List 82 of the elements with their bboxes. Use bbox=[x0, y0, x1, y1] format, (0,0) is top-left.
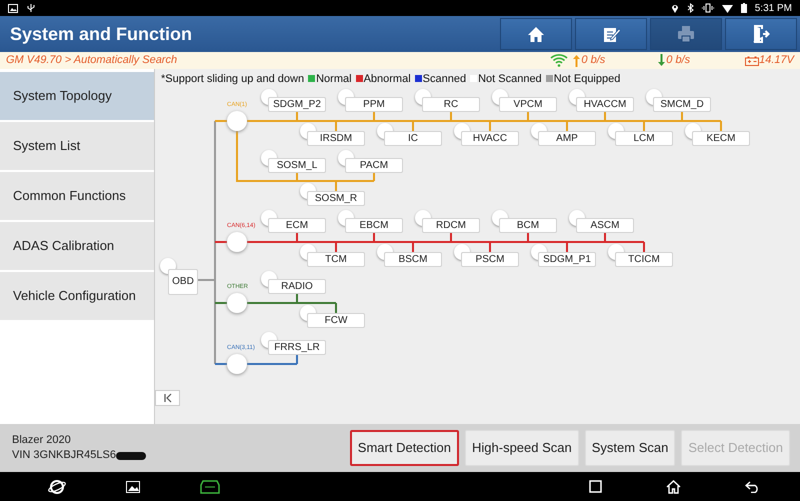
battery-icon bbox=[740, 3, 747, 13]
module-node[interactable]: PSCM bbox=[461, 252, 519, 267]
bus-node-circle bbox=[227, 354, 247, 374]
module-node[interactable]: BSCM bbox=[384, 252, 442, 267]
module-node[interactable]: HVACC bbox=[461, 131, 519, 146]
root-node[interactable]: OBD bbox=[168, 269, 198, 295]
toolbar-button[interactable] bbox=[725, 18, 797, 50]
module-node[interactable]: ECM bbox=[268, 218, 326, 233]
sidebar-item[interactable]: Common Functions bbox=[0, 172, 154, 222]
toolbar-button[interactable] bbox=[500, 18, 572, 50]
planet-icon[interactable] bbox=[48, 478, 66, 494]
module-node[interactable]: RADIO bbox=[268, 279, 326, 294]
module-node[interactable]: TCICM bbox=[615, 252, 673, 267]
bus-node-circle bbox=[227, 293, 247, 313]
module-node[interactable]: KECM bbox=[692, 131, 750, 146]
module-node[interactable]: AMP bbox=[538, 131, 596, 146]
sidebar-item[interactable]: System List bbox=[0, 122, 154, 172]
collapse-icon bbox=[162, 393, 172, 403]
vehicle-model: Blazer 2020 bbox=[12, 433, 72, 448]
time-text: 5:31 PM bbox=[754, 2, 792, 16]
wifi-icon bbox=[722, 4, 733, 12]
battery-voltage-icon bbox=[745, 56, 760, 66]
image-icon bbox=[8, 4, 18, 12]
action-button[interactable]: High-speed Scan bbox=[465, 430, 579, 466]
module-node[interactable]: FRRS_LR bbox=[268, 340, 326, 355]
toolbar-button[interactable] bbox=[575, 18, 647, 50]
module-node[interactable]: PACM bbox=[345, 158, 403, 173]
wifi-signal-icon bbox=[550, 54, 568, 67]
module-node[interactable]: RC bbox=[422, 97, 480, 112]
collapse-button[interactable] bbox=[155, 390, 180, 406]
home-icon[interactable] bbox=[666, 480, 681, 494]
legend-label: Scanned bbox=[422, 73, 466, 85]
exit-icon bbox=[752, 25, 770, 43]
module-node[interactable]: IRSDM bbox=[307, 131, 365, 146]
module-node[interactable]: HVACCM bbox=[576, 97, 634, 112]
usb-icon bbox=[26, 3, 36, 13]
legend-label: Abnormal bbox=[364, 73, 411, 85]
module-node[interactable]: ASCM bbox=[576, 218, 634, 233]
vin-text: VIN 3GNKBJR45LS6 bbox=[12, 448, 116, 463]
page-title: System and Function bbox=[10, 22, 192, 46]
breadcrumb-text: GM V49.70 > Automatically Search bbox=[6, 53, 178, 68]
sidebar-item[interactable]: Vehicle Configuration bbox=[0, 272, 154, 322]
vibrate-icon bbox=[702, 3, 714, 13]
bus-node-circle bbox=[227, 111, 247, 131]
upload-arrow-icon bbox=[572, 54, 582, 67]
download-arrow-icon bbox=[657, 54, 666, 67]
module-node[interactable]: RDCM bbox=[422, 218, 480, 233]
sidebar-item[interactable]: ADAS Calibration bbox=[0, 222, 154, 272]
module-node[interactable]: SOSM_L bbox=[268, 158, 326, 173]
back-icon[interactable] bbox=[745, 480, 760, 492]
legend-note: *Support sliding up and down bbox=[161, 73, 304, 85]
module-node[interactable]: LCM bbox=[615, 131, 673, 146]
bus-node-circle bbox=[227, 232, 247, 252]
image-icon[interactable] bbox=[126, 480, 140, 492]
module-node[interactable]: SDGM_P1 bbox=[538, 252, 596, 267]
module-node[interactable]: BCM bbox=[499, 218, 557, 233]
overview-icon[interactable] bbox=[589, 480, 602, 493]
connector-icon[interactable] bbox=[200, 480, 220, 494]
module-node[interactable]: TCM bbox=[307, 252, 365, 267]
voltage-text: 14.17V bbox=[759, 53, 794, 68]
sidebar-item[interactable]: System Topology bbox=[0, 72, 154, 122]
module-node[interactable]: SDGM_P2 bbox=[268, 97, 326, 112]
module-node[interactable]: SOSM_R bbox=[307, 191, 365, 206]
action-button[interactable]: Smart Detection bbox=[350, 430, 459, 466]
bluetooth-icon bbox=[686, 3, 694, 13]
legend-label: Not Scanned bbox=[478, 73, 542, 85]
legend-label: Normal bbox=[316, 73, 352, 85]
action-button[interactable]: System Scan bbox=[584, 430, 676, 466]
home-icon bbox=[527, 25, 545, 43]
upload-rate: 0 b/s bbox=[581, 53, 606, 68]
module-node[interactable]: FCW bbox=[307, 313, 365, 328]
location-icon bbox=[670, 3, 679, 13]
module-node[interactable]: IC bbox=[384, 131, 442, 146]
edit-icon bbox=[602, 25, 620, 43]
printer-icon bbox=[677, 25, 695, 43]
module-node[interactable]: EBCM bbox=[345, 218, 403, 233]
download-rate: 0 b/s bbox=[666, 53, 690, 68]
redaction-mark bbox=[116, 452, 146, 460]
module-node[interactable]: VPCM bbox=[499, 97, 557, 112]
legend-label: Not Equipped bbox=[554, 73, 620, 85]
module-node[interactable]: SMCM_D bbox=[653, 97, 711, 112]
module-node[interactable]: PPM bbox=[345, 97, 403, 112]
